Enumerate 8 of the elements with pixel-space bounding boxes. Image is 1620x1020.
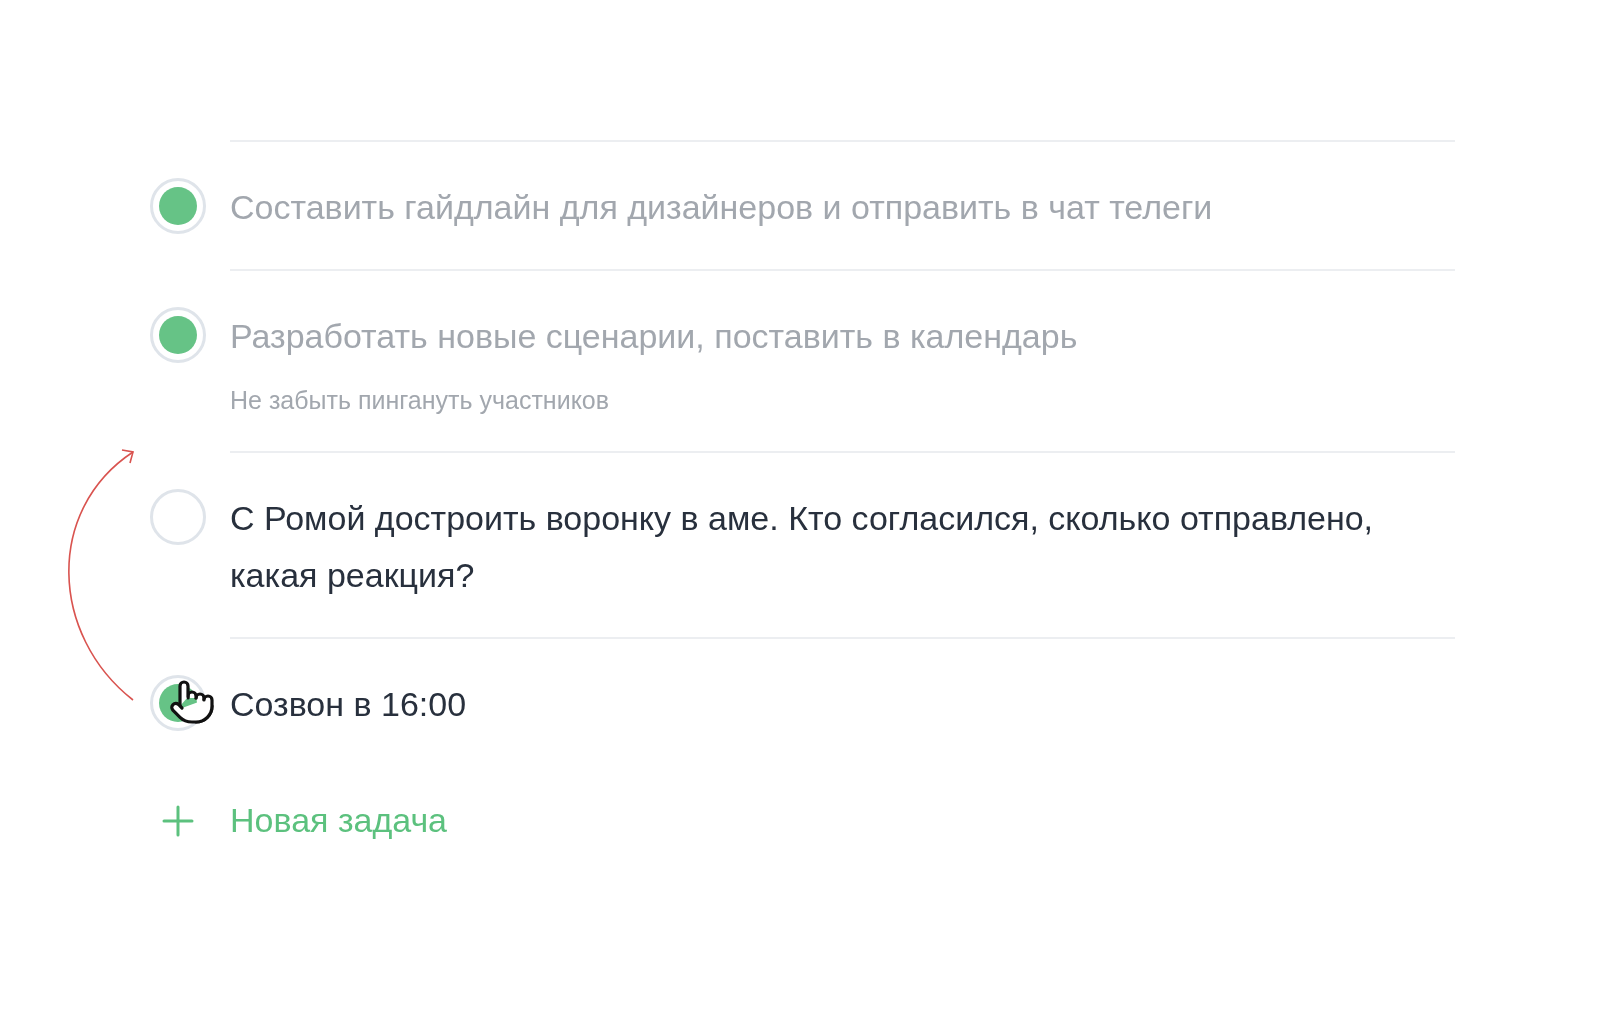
- task-title: Разработать новые сценарии, поставить в календарь: [230, 316, 1079, 357]
- task-title: Составить гайдлайн для дизайнеров и отправить в чат телеги: [230, 187, 1214, 228]
- task-title: Созвон в 16:00: [230, 684, 468, 725]
- new-task-button[interactable]: Новая задача: [230, 792, 448, 849]
- hand-cursor-icon: [168, 678, 216, 726]
- task-title: С Ромой достроить воронку в аме. Кто согласился, сколько отправлено, какая реакция?: [230, 498, 1375, 596]
- task-note: Не забыть пингануть участников: [230, 385, 611, 416]
- plus-icon: [162, 804, 194, 837]
